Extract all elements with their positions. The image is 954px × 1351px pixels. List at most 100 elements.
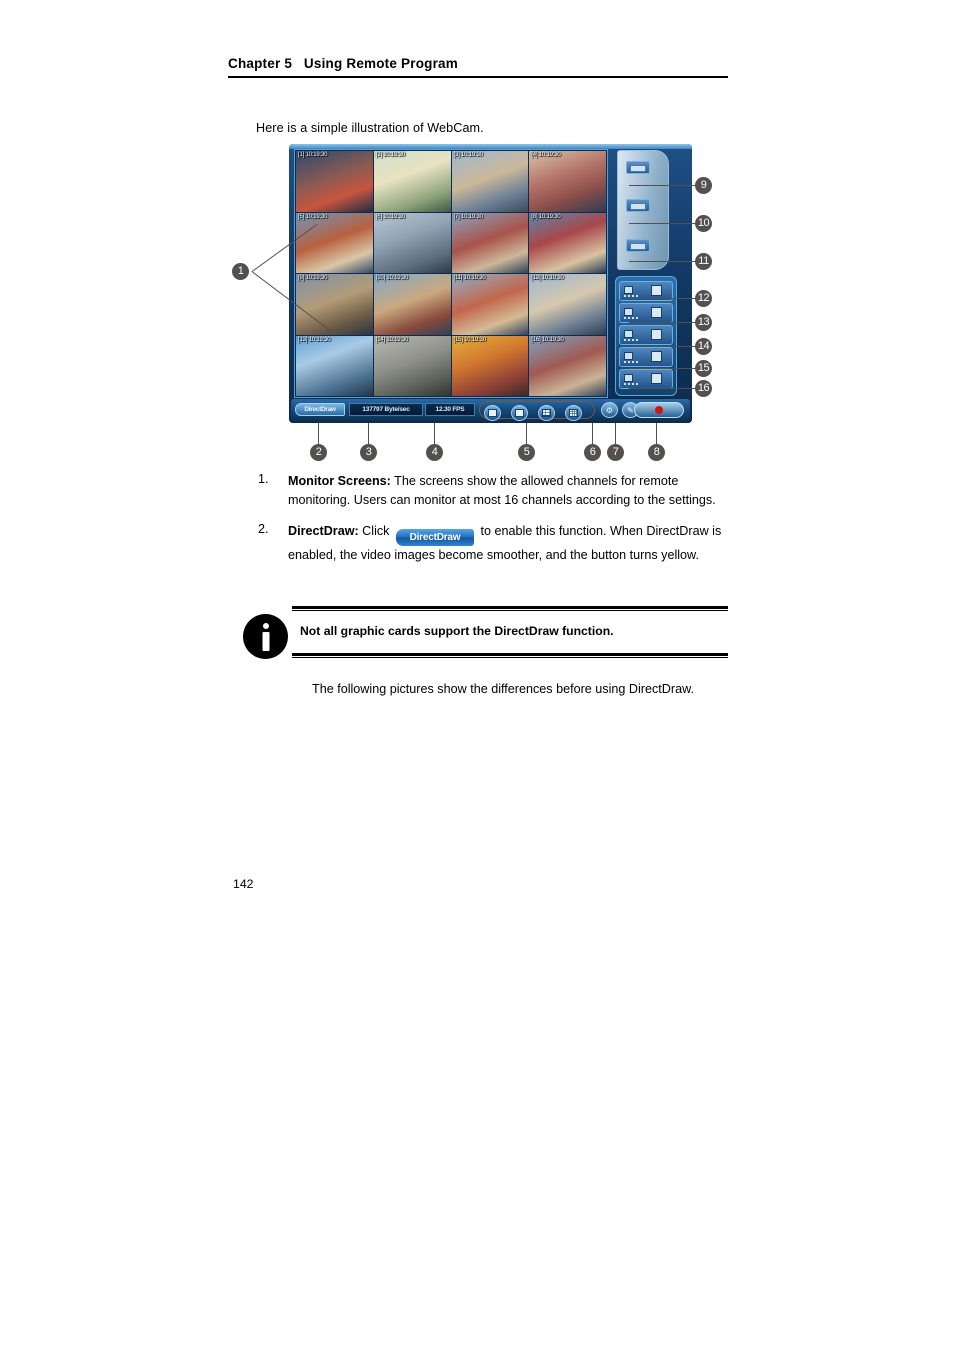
video-cell-label-13: [13] 10:19:30: [298, 336, 331, 343]
video-cell-label-14: [14] 10:19:30: [375, 336, 409, 343]
page-number: 142: [233, 877, 254, 891]
video-cell-label-7: [7] 10:19:30: [453, 213, 483, 220]
note-box: Not all graphic cards support the Direct…: [292, 606, 728, 658]
sidebar-panel-button-3[interactable]: [619, 325, 673, 345]
settings-button[interactable]: ⚙: [601, 402, 618, 418]
leader-line-7: [615, 423, 616, 445]
note-rule-top: [292, 606, 728, 609]
video-feed-2: [373, 151, 451, 212]
video-feed-5: [296, 212, 373, 273]
leader-line-14: [629, 346, 695, 347]
video-cell-2[interactable]: [2] 10:19:30: [373, 151, 451, 212]
video-cell-8[interactable]: [8] 10:19:30: [529, 212, 606, 273]
callout-16: 16: [695, 380, 712, 397]
leader-line-16: [629, 388, 695, 389]
quad-view-icon: [515, 409, 524, 417]
video-cell-13[interactable]: [13] 10:19:30: [296, 335, 373, 396]
panel-glyph-2-icon: [651, 307, 662, 318]
video-cell-label-11: [11] 10:19:30: [453, 275, 486, 281]
leader-line-4: [434, 423, 435, 445]
info-icon-dot: [262, 623, 269, 629]
list-item-1-number: 1.: [258, 472, 269, 486]
callout-13: 13: [695, 314, 712, 331]
record-button[interactable]: [634, 402, 684, 418]
settings-icon: ⚙: [605, 406, 614, 415]
callout-1: 1: [232, 263, 249, 280]
video-feed-9: [296, 274, 373, 335]
video-cell-label-3: [3] 10:19:30: [453, 152, 483, 158]
note-text: Not all graphic cards support the Direct…: [300, 624, 614, 638]
sixteen-view-button[interactable]: [565, 405, 582, 421]
video-cell-1[interactable]: [1] 10:19:30: [296, 151, 373, 212]
single-view-icon: [488, 409, 497, 417]
directdraw-inline-button[interactable]: DirectDraw: [395, 529, 474, 547]
pen-icon: ✎: [627, 406, 634, 415]
video-feed-16: [529, 335, 606, 396]
monitor-icon: [624, 374, 633, 382]
leader-line-5: [526, 423, 527, 445]
video-cell-12[interactable]: [12] 10:19:30: [529, 274, 606, 335]
magnifier-icon: [651, 351, 662, 362]
sidebar-panel-group: [615, 276, 677, 396]
sidebar-top-button-1[interactable]: [626, 161, 650, 174]
video-cell-label-2: [2] 10:19:30: [375, 152, 406, 158]
video-cell-3[interactable]: [3] 10:19:30: [451, 151, 529, 212]
video-feed-4: [529, 151, 606, 212]
leader-line-13: [629, 322, 695, 323]
video-cell-9[interactable]: [9] 10:19:30: [296, 274, 373, 335]
list-item: 2. DirectDraw: Click DirectDraw to enabl…: [258, 522, 728, 565]
panel-glyph-1-icon: [651, 285, 662, 296]
record-dot-icon: [655, 406, 663, 414]
app-bottom-toolbar: DirectDraw 137797 Byte/sec 12.30 FPS ⚙ ✎: [291, 399, 690, 421]
video-cell-label-12: [12] 10:19:30: [531, 275, 564, 281]
leader-line-3: [368, 423, 369, 445]
video-feed-6: [373, 212, 451, 273]
leader-line-12: [629, 298, 695, 299]
fps-readout: 12.30 FPS: [425, 403, 475, 416]
video-cell-7[interactable]: [7] 10:19:30: [451, 212, 529, 273]
callout-12: 12: [695, 290, 712, 307]
info-icon-stem: [262, 632, 269, 651]
video-feed-13: [296, 335, 373, 396]
callout-10: 10: [695, 215, 712, 232]
header-rule: [228, 76, 728, 78]
quad-view-button[interactable]: [511, 405, 528, 421]
video-feed-8: [529, 212, 606, 273]
monitor-icon: [624, 352, 633, 360]
page-header: Chapter 5 Using Remote Program: [228, 56, 728, 78]
monitor-icon: [624, 330, 633, 338]
panel-dots-3-icon: [624, 339, 638, 341]
monitor-icon: [624, 286, 633, 294]
view-layout-group: [479, 401, 595, 421]
list-item: 1. Monitor Screens: The screens show the…: [258, 472, 728, 510]
directdraw-toggle-button[interactable]: DirectDraw: [295, 403, 345, 416]
sixteen-view-icon: [569, 409, 578, 417]
video-cell-4[interactable]: [4] 10:19:30: [529, 151, 606, 212]
bitrate-readout: 137797 Byte/sec: [349, 403, 423, 416]
feature-list: 1. Monitor Screens: The screens show the…: [258, 472, 728, 577]
sidebar-panel-button-4[interactable]: [619, 347, 673, 367]
sidebar-panel-button-2[interactable]: [619, 303, 673, 323]
video-cell-16[interactable]: [16] 10:19:30: [529, 335, 606, 396]
panel-dots-5-icon: [624, 383, 638, 385]
video-cell-5[interactable]: [5] 10:19:30: [296, 212, 373, 273]
sidebar-top-button-1-icon: [630, 165, 646, 172]
sidebar-top-button-2[interactable]: [626, 199, 650, 212]
panel-glyph-3-icon: [651, 329, 662, 340]
monitor-icon: [624, 308, 633, 316]
video-cell-14[interactable]: [14] 10:19:30: [373, 335, 451, 396]
video-cell-11[interactable]: [11] 10:19:30: [451, 274, 529, 335]
video-cell-15[interactable]: [15] 10:19:30: [451, 335, 529, 396]
single-view-button[interactable]: [484, 405, 501, 421]
sidebar-top-button-3[interactable]: [626, 239, 650, 252]
list-item-1-text: Monitor Screens: The screens show the al…: [288, 472, 728, 510]
video-cell-10[interactable]: [10] 10:19:30: [373, 274, 451, 335]
video-cell-label-5: [5] 10:19:30: [298, 213, 328, 220]
sidebar-panel-button-5[interactable]: [619, 369, 673, 389]
nine-view-button[interactable]: [538, 405, 555, 421]
video-cell-6[interactable]: [6] 10:19:30: [373, 212, 451, 273]
video-cell-label-6: [6] 10:19:30: [375, 213, 406, 220]
video-cell-label-8: [8] 10:19:30: [531, 213, 561, 220]
video-cell-label-10: [10] 10:19:30: [375, 275, 409, 281]
sidebar-top-group: [617, 150, 669, 270]
